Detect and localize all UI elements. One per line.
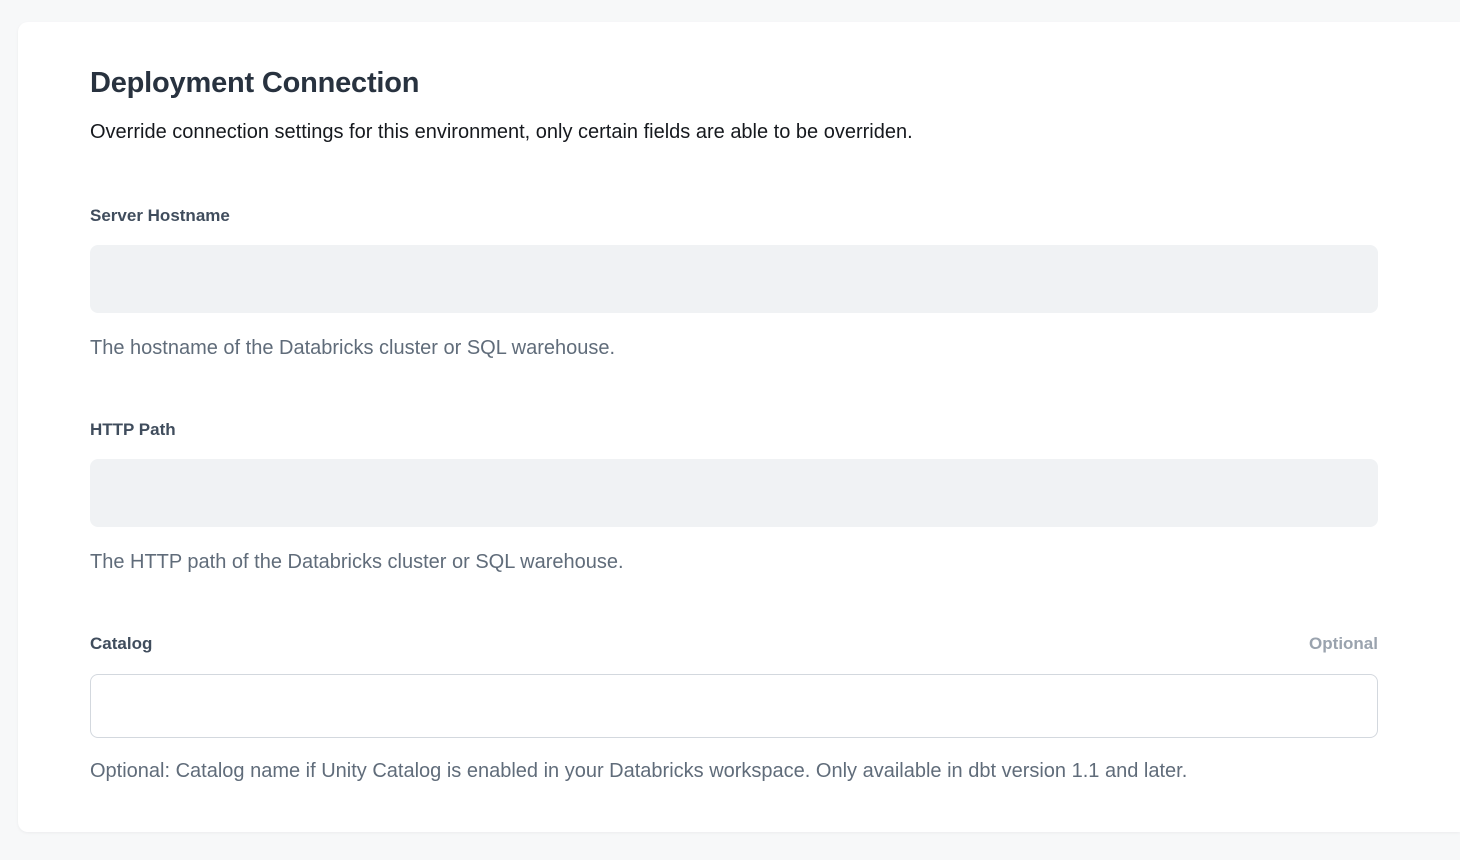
http-path-label: HTTP Path [90, 419, 176, 441]
http-path-input [90, 459, 1378, 527]
label-row: HTTP Path [90, 419, 1378, 441]
http-path-helper: The HTTP path of the Databricks cluster … [90, 549, 1378, 575]
catalog-input[interactable] [90, 674, 1378, 738]
field-group-catalog: Catalog Optional Optional: Catalog name … [90, 633, 1378, 784]
page-title: Deployment Connection [90, 65, 1396, 101]
field-group-http-path: HTTP Path The HTTP path of the Databrick… [90, 419, 1378, 575]
label-row: Server Hostname [90, 205, 1378, 227]
server-hostname-input [90, 245, 1378, 313]
catalog-label: Catalog [90, 633, 152, 655]
catalog-helper: Optional: Catalog name if Unity Catalog … [90, 758, 1378, 784]
server-hostname-label: Server Hostname [90, 205, 230, 227]
field-group-server-hostname: Server Hostname The hostname of the Data… [90, 205, 1378, 361]
server-hostname-helper: The hostname of the Databricks cluster o… [90, 335, 1378, 361]
label-row: Catalog Optional [90, 633, 1378, 655]
page-subtitle: Override connection settings for this en… [90, 119, 1396, 145]
deployment-connection-card: Deployment Connection Override connectio… [18, 22, 1460, 832]
catalog-optional-badge: Optional [1309, 633, 1378, 655]
